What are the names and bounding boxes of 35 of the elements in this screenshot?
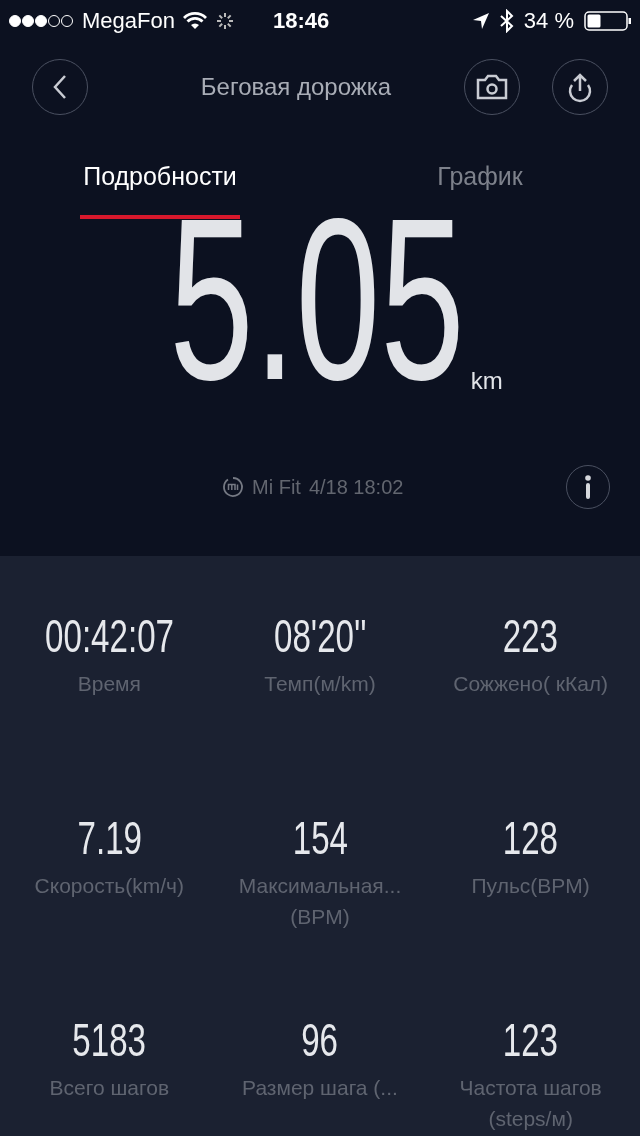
clock-time: 18:46 [272, 8, 330, 34]
stat-label: Время [77, 671, 141, 697]
stat-label: Всего шагов [49, 1075, 170, 1101]
mi-logo-icon [222, 476, 244, 498]
location-arrow-icon [471, 12, 490, 30]
stat-value: 5183 [72, 1013, 147, 1068]
source-app: Mi Fit [252, 475, 301, 499]
stat-value: 123 [503, 1013, 559, 1068]
screen-title: Беговая дорожка [199, 73, 393, 101]
stat-label: Размер шага (... [242, 1075, 398, 1101]
spinner-icon [214, 11, 235, 31]
stat-label: Частота шагов (steps/м) [458, 1075, 603, 1132]
stat-label: Пульс(BPM) [471, 873, 590, 899]
stat-value: 7.19 [77, 811, 142, 866]
info-icon [585, 475, 591, 499]
stat-value: 96 [301, 1013, 339, 1068]
stat-value: 223 [503, 609, 559, 664]
carrier-name: MegaFon [82, 8, 175, 34]
record-datetime: 4/18 18:02 [308, 475, 404, 499]
battery-percent: 34 % [523, 8, 574, 34]
signal-icon [8, 14, 74, 28]
wifi-icon [182, 12, 207, 30]
stat-label: Сожжено( кКал) [453, 671, 609, 697]
stat-value: 08'20'' [273, 609, 367, 664]
stat-label: Максимальная... (BPM) [237, 873, 403, 930]
camera-icon [476, 74, 508, 100]
stat-value: 154 [292, 811, 348, 866]
stat-label: Скорость(km/ч) [34, 873, 185, 899]
bluetooth-icon [499, 9, 514, 33]
distance-unit: km [470, 367, 503, 395]
stat-value: 00:42:07 [44, 609, 174, 664]
stat-label: Темп(м/km) [264, 671, 376, 697]
stat-value: 128 [503, 811, 559, 866]
battery-icon [584, 11, 632, 31]
chevron-left-icon [53, 74, 67, 100]
